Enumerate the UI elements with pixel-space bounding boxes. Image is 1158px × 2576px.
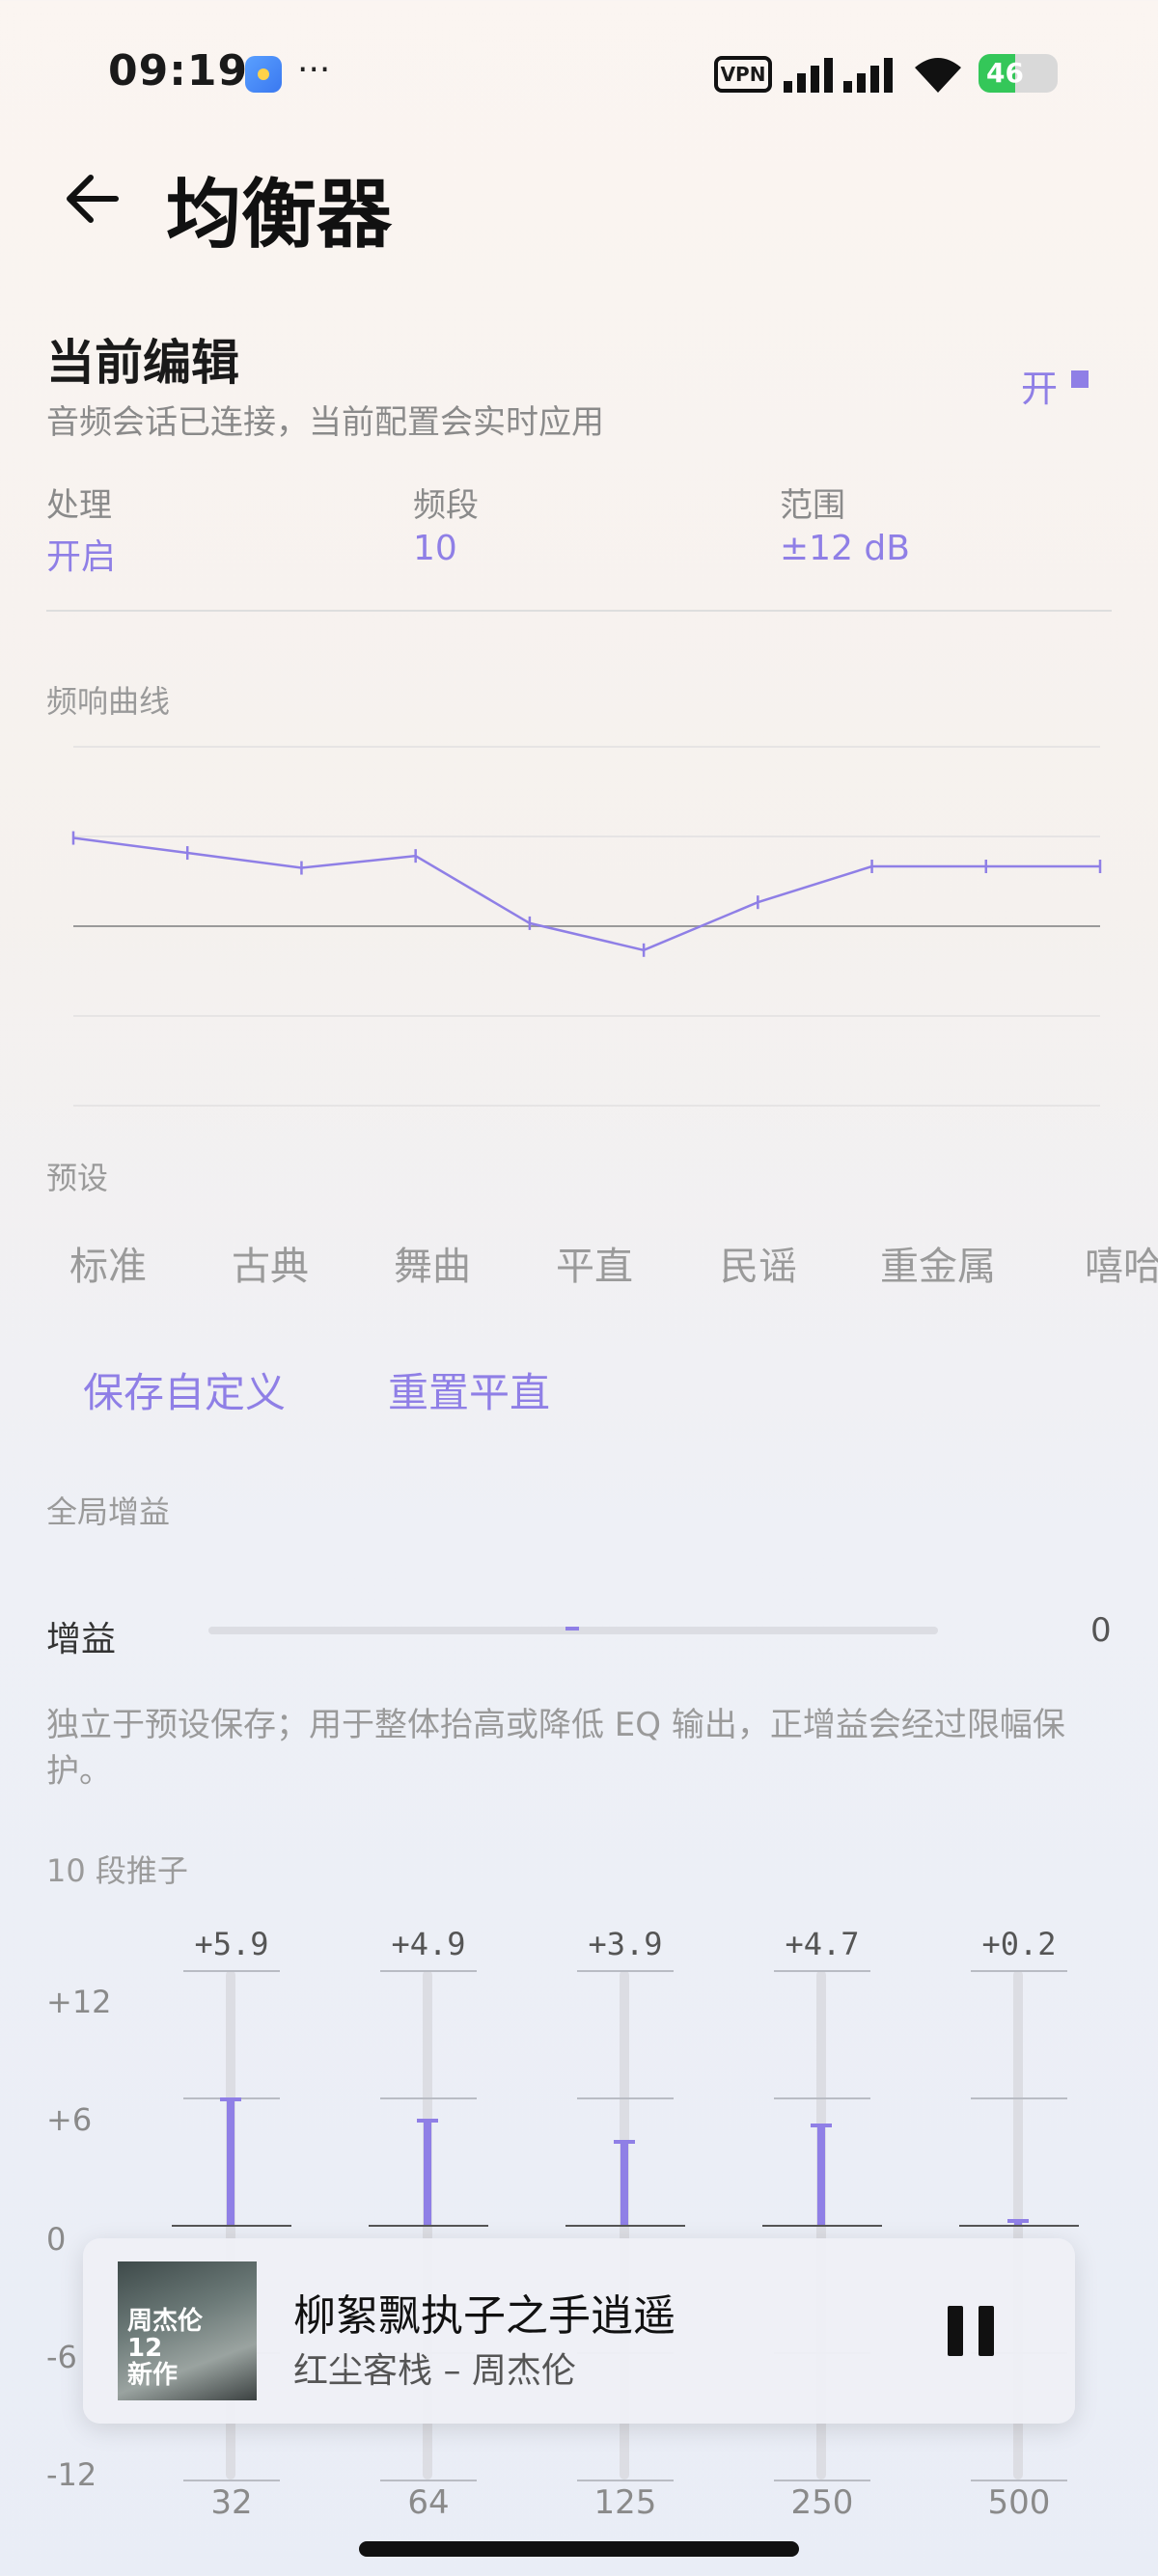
fader-gridline	[577, 2480, 674, 2481]
album-art[interactable]: 周杰伦 12 新作	[118, 2261, 257, 2400]
fader-frequency-label: 64	[407, 2483, 450, 2522]
eq-toggle[interactable]: 开	[1021, 359, 1058, 412]
current-edit-title: 当前编辑	[46, 335, 239, 391]
info-label-processing: 处理	[46, 486, 112, 525]
wifi-icon	[915, 58, 961, 93]
fader-value-label: +4.7	[785, 1926, 860, 1962]
fader-gridline	[577, 2097, 674, 2099]
more-notifications-icon: ···	[297, 50, 331, 90]
home-indicator[interactable]	[359, 2541, 799, 2557]
fader-frequency-label: 125	[593, 2483, 657, 2522]
fader-y-label: -6	[46, 2339, 77, 2375]
fader-level-bar	[817, 2124, 825, 2225]
fader-value-label: +4.9	[391, 1926, 466, 1962]
info-value-range: ±12 dB	[780, 529, 910, 568]
fader-gridline	[971, 1970, 1067, 1972]
song-title: 柳絮飘执子之手逍遥	[293, 2291, 676, 2341]
fader-level-bar	[620, 2142, 628, 2225]
fader-handle[interactable]	[220, 2097, 241, 2102]
current-edit-subtitle: 音频会话已连接，当前配置会实时应用	[46, 403, 604, 442]
curve-line	[72, 836, 1100, 952]
fader-level-bar	[227, 2099, 234, 2225]
fader-level-bar	[424, 2121, 431, 2225]
gain-note: 独立于预设保存；用于整体抬高或降低 EQ 输出，正增益会经过限幅保护。	[46, 1706, 1065, 1791]
info-value-processing: 开启	[46, 537, 117, 577]
fader-y-label: +6	[46, 2101, 93, 2138]
fader-value-label: +0.2	[981, 1926, 1057, 1962]
divider	[46, 610, 1112, 612]
preset-flat[interactable]: 平直	[556, 1235, 633, 1291]
faders-label: 10 段推子	[46, 1852, 188, 1889]
fader-gridline	[774, 2480, 870, 2481]
fader-handle[interactable]	[811, 2123, 832, 2127]
fader-value-label: +5.9	[194, 1926, 269, 1962]
fader-handle[interactable]	[614, 2140, 635, 2145]
gain-label: 增益	[46, 1620, 117, 1659]
presets-label: 预设	[46, 1160, 109, 1196]
fader-band-500[interactable]: +0.2 500	[959, 1926, 1079, 2543]
fader-zero-line	[172, 2225, 291, 2227]
fader-gridline	[183, 2480, 280, 2481]
preset-folk[interactable]: 民谣	[720, 1235, 797, 1291]
fader-y-label: 0	[46, 2221, 67, 2258]
fader-band-64[interactable]: +4.9 64	[369, 1926, 488, 2543]
fader-gridline	[380, 2480, 477, 2481]
gain-slider-thumb[interactable]	[565, 1627, 579, 1631]
fader-gridline	[774, 1970, 870, 1972]
gain-value: 0	[1090, 1611, 1112, 1650]
pause-icon[interactable]	[948, 2306, 996, 2356]
fader-handle[interactable]	[1007, 2218, 1029, 2223]
fader-gridline	[380, 2097, 477, 2099]
fader-y-label: -12	[46, 2456, 97, 2493]
preset-classical[interactable]: 古典	[232, 1235, 309, 1291]
fader-band-125[interactable]: +3.9 125	[565, 1926, 685, 2543]
preset-hiphop[interactable]: 嘻哈	[1085, 1235, 1158, 1291]
song-artist: 红尘客栈 – 周杰伦	[293, 2351, 576, 2391]
global-gain-label: 全局增益	[46, 1494, 171, 1530]
toggle-indicator	[1071, 370, 1089, 388]
fader-gridline	[774, 2097, 870, 2099]
save-custom-button[interactable]: 保存自定义	[83, 1360, 286, 1419]
reset-flat-button[interactable]: 重置平直	[388, 1360, 550, 1419]
fader-band-250[interactable]: +4.7 250	[762, 1926, 882, 2543]
fader-zero-line	[762, 2225, 882, 2227]
fader-gridline	[380, 1970, 477, 1972]
info-label-bands: 频段	[413, 486, 479, 525]
fader-gridline	[577, 1970, 674, 1972]
album-art-text: 周杰伦 12 新作	[127, 2307, 204, 2390]
status-time: 09:19	[108, 46, 249, 96]
cellular-signal-icon	[784, 58, 893, 93]
fader-gridline	[971, 2480, 1067, 2481]
fader-frequency-label: 32	[210, 2483, 253, 2522]
page-title: 均衡器	[166, 172, 393, 259]
fader-handle[interactable]	[417, 2119, 438, 2124]
fader-y-label: +12	[46, 1984, 112, 2020]
frequency-response-curve	[71, 746, 1102, 1107]
preset-heavy-metal[interactable]: 重金属	[880, 1235, 996, 1291]
fader-frequency-label: 500	[987, 2483, 1051, 2522]
fader-zero-line	[369, 2225, 488, 2227]
fader-zero-line	[565, 2225, 685, 2227]
fader-band-32[interactable]: +5.9 32	[172, 1926, 291, 2543]
info-value-bands: 10	[413, 529, 457, 568]
battery-icon: 46	[979, 54, 1058, 93]
fader-value-label: +3.9	[588, 1926, 663, 1962]
vpn-icon: VPN	[714, 56, 772, 93]
back-arrow-icon[interactable]	[58, 164, 127, 233]
preset-dance[interactable]: 舞曲	[394, 1235, 471, 1291]
fader-zero-line	[959, 2225, 1079, 2227]
fader-gridline	[971, 2097, 1067, 2099]
fader-frequency-label: 250	[790, 2483, 854, 2522]
battery-level: 46	[986, 57, 1024, 89]
info-label-range: 范围	[780, 486, 845, 525]
app-notification-icon	[245, 56, 282, 93]
curve-label: 频响曲线	[46, 683, 171, 720]
mini-player[interactable]: 周杰伦 12 新作 柳絮飘执子之手逍遥 红尘客栈 – 周杰伦	[83, 2238, 1075, 2424]
preset-standard[interactable]: 标准	[69, 1235, 147, 1291]
fader-gridline	[183, 1970, 280, 1972]
